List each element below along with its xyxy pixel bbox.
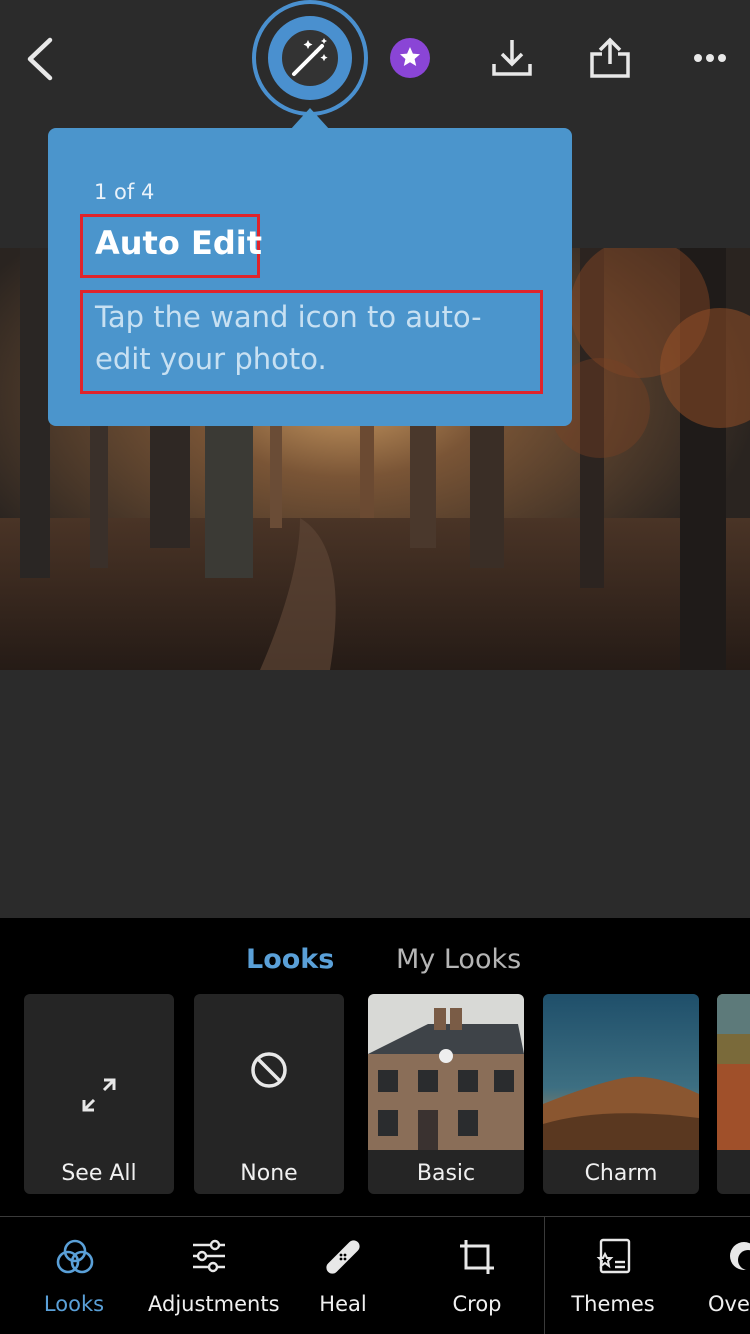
nav-item-looks[interactable]: Looks <box>14 1216 134 1334</box>
look-card-label: Basic <box>416 1161 476 1186</box>
back-icon[interactable] <box>22 36 62 82</box>
look-card-label: Charm <box>584 1161 658 1186</box>
expand-icon <box>78 1074 120 1120</box>
nav-divider <box>544 1216 545 1334</box>
themes-icon <box>596 1238 631 1274</box>
nav-label: Crop <box>452 1292 502 1316</box>
nav-item-overlay[interactable]: Over <box>696 1216 750 1334</box>
nav-item-crop[interactable]: Crop <box>422 1216 532 1334</box>
premium-star-icon[interactable] <box>390 38 430 78</box>
nav-label: Over <box>708 1292 750 1316</box>
nav-label: Adjustments <box>148 1292 280 1316</box>
bandage-icon <box>326 1240 360 1274</box>
tab-my-looks[interactable]: My Looks <box>396 944 521 975</box>
magic-wand-icon[interactable] <box>286 34 334 82</box>
prohibit-icon <box>249 1050 289 1094</box>
top-toolbar <box>0 0 750 120</box>
tooltip-title: Auto Edit <box>95 224 262 262</box>
tooltip-step-counter: 1 of 4 <box>94 180 155 204</box>
nav-item-themes[interactable]: Themes <box>560 1216 666 1334</box>
look-card-label: See All <box>61 1161 137 1186</box>
tab-looks[interactable]: Looks <box>246 944 334 975</box>
nav-item-adjustments[interactable]: Adjustments <box>148 1216 280 1334</box>
hill-thumbnail <box>543 994 699 1150</box>
tooltip-body: Tap the wand icon to auto-edit your phot… <box>95 300 482 376</box>
looks-icon <box>56 1239 94 1274</box>
more-options-icon[interactable] <box>690 36 734 80</box>
nav-label: Themes <box>571 1292 655 1316</box>
look-card-none[interactable]: None <box>194 994 344 1194</box>
nav-label: Heal <box>319 1292 367 1316</box>
nav-label: Looks <box>43 1292 105 1316</box>
house-thumbnail <box>368 994 524 1150</box>
overlay-icon <box>730 1242 750 1270</box>
landscape-thumbnail <box>717 994 750 1150</box>
look-card-partial[interactable] <box>717 994 750 1194</box>
look-card-basic[interactable]: Basic <box>368 994 524 1194</box>
share-icon[interactable] <box>588 36 632 80</box>
download-icon[interactable] <box>490 36 534 80</box>
crop-icon <box>460 1240 494 1274</box>
tooltip-arrow <box>290 108 330 130</box>
look-card-label: None <box>240 1161 298 1186</box>
nav-item-heal[interactable]: Heal <box>290 1216 396 1334</box>
look-card-charm[interactable]: Charm <box>543 994 699 1194</box>
look-card-see-all[interactable]: See All <box>24 994 174 1194</box>
sliders-icon <box>193 1239 225 1273</box>
